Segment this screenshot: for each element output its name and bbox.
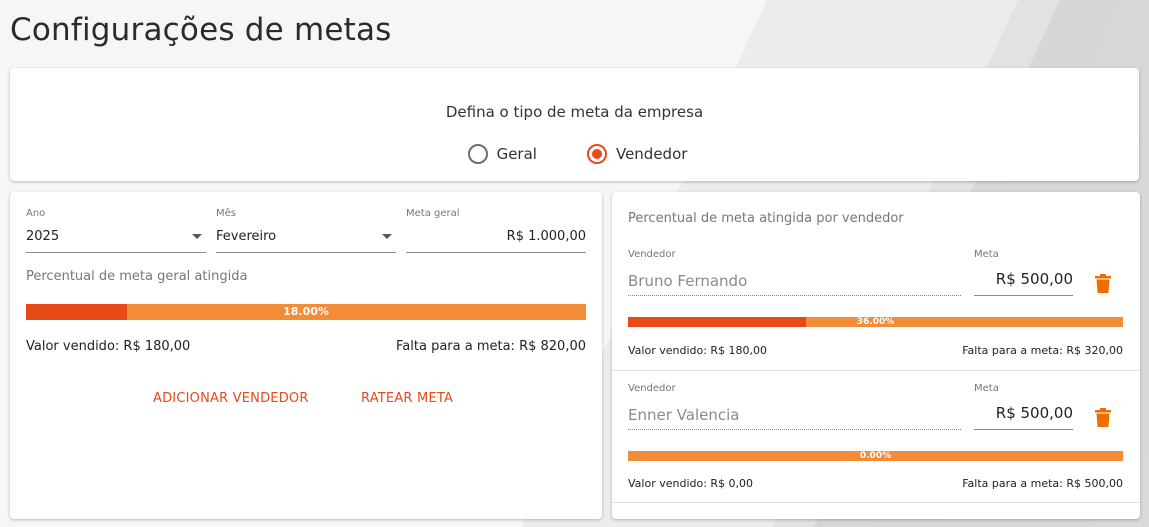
general-progress-title: Percentual de meta geral atingida	[26, 269, 248, 284]
seller-name-field[interactable]: Enner Valencia	[628, 406, 961, 430]
seller-field-label: Vendedor	[628, 383, 676, 394]
seller-item: Vendedor Bruno Fernando Meta R$ 500,00 3…	[612, 242, 1140, 371]
seller-progress-label: 36.00%	[856, 317, 895, 327]
seller-sold-value: Valor vendido: R$ 180,00	[628, 344, 768, 357]
seller-meta-value: R$ 500,00	[995, 404, 1073, 422]
seller-name-field[interactable]: Bruno Fernando	[628, 272, 961, 296]
general-progress-bar: 18.00%	[26, 304, 586, 320]
radio-geral-label: Geral	[496, 145, 537, 163]
page-title: Configurações de metas	[10, 12, 392, 48]
seller-meta-value: R$ 500,00	[995, 270, 1073, 288]
general-sold-value: Valor vendido: R$ 180,00	[26, 339, 191, 354]
month-value: Fevereiro	[216, 229, 277, 244]
month-label: Mês	[216, 208, 236, 219]
general-progress-label: 18.00%	[283, 305, 329, 318]
seller-progress-title: Percentual de meta atingida por vendedor	[628, 211, 904, 226]
seller-name: Bruno Fernando	[628, 272, 748, 290]
seller-goals-card: Percentual de meta atingida por vendedor…	[612, 192, 1140, 519]
general-goal-value: R$ 1.000,00	[506, 229, 586, 244]
seller-progress-bar: 0.00%	[628, 451, 1123, 461]
general-goal-input[interactable]: Meta geral R$ 1.000,00	[406, 208, 586, 253]
seller-progress-bar: 36.00%	[628, 317, 1123, 327]
add-seller-button[interactable]: ADICIONAR VENDEDOR	[153, 391, 309, 406]
seller-item: Vendedor Enner Valencia Meta R$ 500,00 0…	[612, 376, 1140, 503]
year-label: Ano	[26, 208, 46, 219]
general-remaining-value: Falta para a meta: R$ 820,00	[396, 339, 586, 354]
year-select[interactable]: Ano 2025	[26, 208, 206, 253]
radio-geral-circle[interactable]	[467, 144, 488, 164]
seller-meta-label: Meta	[974, 249, 999, 260]
seller-sold-value: Valor vendido: R$ 0,00	[628, 477, 754, 490]
general-goal-card: Ano 2025 Mês Fevereiro Meta geral R$ 1.0…	[10, 192, 602, 519]
chevron-down-icon	[192, 234, 202, 239]
goal-type-radio-group: Geral Vendedor	[10, 144, 1139, 164]
general-goal-label: Meta geral	[406, 208, 460, 219]
radio-vendedor-circle[interactable]	[586, 144, 607, 164]
seller-name: Enner Valencia	[628, 406, 740, 424]
seller-remaining-value: Falta para a meta: R$ 500,00	[962, 477, 1123, 490]
seller-meta-label: Meta	[974, 383, 999, 394]
seller-meta-input[interactable]: R$ 500,00	[974, 400, 1073, 430]
year-value: 2025	[26, 229, 60, 244]
split-goal-button[interactable]: RATEAR META	[361, 391, 453, 406]
radio-vendedor[interactable]: Vendedor	[586, 144, 688, 164]
month-select[interactable]: Mês Fevereiro	[216, 208, 396, 253]
chevron-down-icon	[382, 234, 392, 239]
radio-geral[interactable]: Geral	[467, 144, 537, 164]
seller-remaining-value: Falta para a meta: R$ 320,00	[962, 344, 1123, 357]
seller-field-label: Vendedor	[628, 249, 676, 260]
radio-vendedor-label: Vendedor	[615, 145, 688, 163]
seller-progress-label: 0.00%	[859, 451, 892, 461]
trash-icon[interactable]	[1095, 274, 1111, 294]
trash-icon[interactable]	[1095, 408, 1111, 428]
goal-type-title: Defina o tipo de meta da empresa	[445, 103, 704, 121]
seller-meta-input[interactable]: R$ 500,00	[974, 266, 1073, 296]
goal-type-card: Defina o tipo de meta da empresa Geral V…	[10, 68, 1139, 181]
